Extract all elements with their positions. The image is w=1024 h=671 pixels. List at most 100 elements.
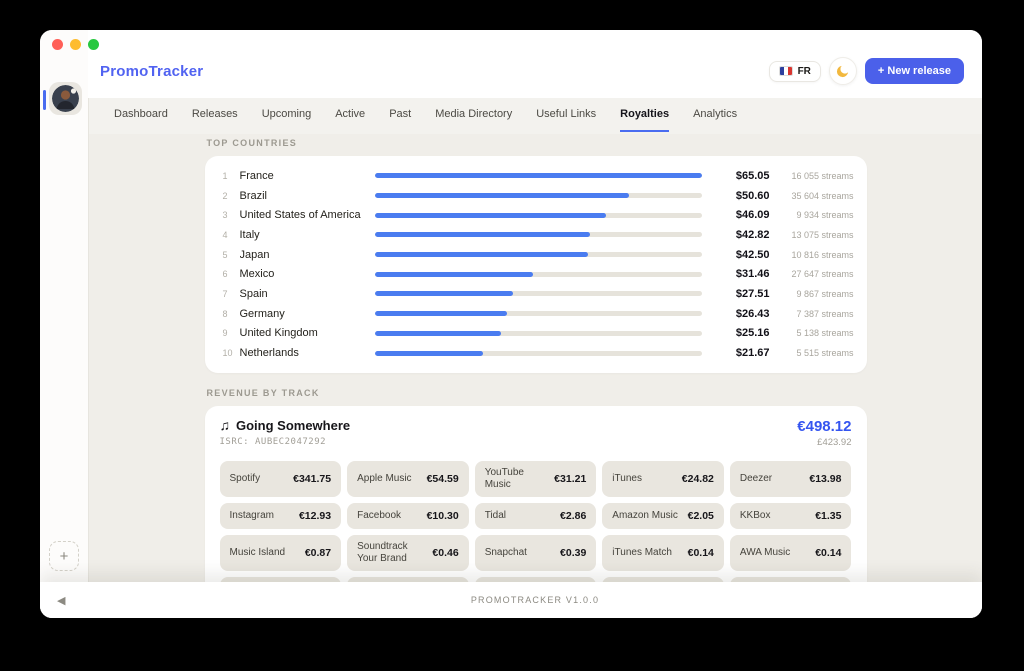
country-amount: $21.67 — [712, 347, 770, 359]
country-bar-fill — [375, 351, 484, 356]
country-row: 10Netherlands $21.675 515 streams — [223, 343, 854, 363]
country-rank: 7 — [223, 289, 240, 299]
country-name: France — [240, 170, 375, 182]
platform-chip: iTunes Match€0.14 — [602, 535, 724, 571]
country-amount: $50.60 — [712, 190, 770, 202]
country-amount: $46.09 — [712, 209, 770, 221]
country-name: Mexico — [240, 268, 375, 280]
platform-amount: €2.05 — [688, 510, 714, 522]
tab-active[interactable]: Active — [335, 98, 365, 132]
close-window-button[interactable] — [52, 39, 63, 50]
platform-amount: €13.98 — [809, 473, 841, 485]
language-label: FR — [798, 66, 811, 77]
country-streams: 5 138 streams — [770, 328, 854, 338]
tab-dashboard[interactable]: Dashboard — [114, 98, 168, 132]
moon-icon — [835, 64, 850, 79]
avatar-image — [52, 85, 79, 112]
tab-royalties[interactable]: Royalties — [620, 98, 669, 132]
platform-chip: KKBox€1.35 — [730, 503, 852, 529]
window-controls — [52, 39, 99, 50]
country-bar-fill — [375, 331, 502, 336]
track-total-eur: €498.12 — [797, 418, 851, 435]
platform-amount: €341.75 — [293, 473, 331, 485]
country-name: Germany — [240, 308, 375, 320]
platform-name: Soundtrack Your Brand — [357, 541, 426, 565]
top-countries-label: TOP COUNTRIES — [207, 138, 867, 148]
country-row: 9United Kingdom $25.165 138 streams — [223, 324, 854, 344]
new-release-button[interactable]: + New release — [865, 58, 964, 84]
country-name: United Kingdom — [240, 327, 375, 339]
revenue-by-track-label: REVENUE BY TRACK — [207, 388, 867, 398]
zoom-window-button[interactable] — [88, 39, 99, 50]
country-bar-track — [375, 193, 702, 198]
platform-amount: €1.35 — [815, 510, 841, 522]
platform-name: Deezer — [740, 473, 772, 485]
app-header: PromoTracker FR + New release — [88, 30, 982, 98]
platform-name: Amazon Music — [612, 510, 678, 522]
country-rank: 3 — [223, 210, 240, 220]
tab-useful-links[interactable]: Useful Links — [536, 98, 596, 132]
platform-amount: €10.30 — [427, 510, 459, 522]
top-countries-card: 1France$65.0516 055 streams2Brazil$50.60… — [205, 156, 867, 373]
platform-amount: €0.87 — [305, 547, 331, 559]
platform-name: YouTube Music — [485, 467, 548, 491]
platform-name: iTunes — [612, 473, 642, 485]
active-workspace-indicator — [43, 90, 46, 110]
minimize-window-button[interactable] — [70, 39, 81, 50]
language-switcher[interactable]: FR — [769, 61, 821, 82]
platform-name: Apple Music — [357, 473, 411, 485]
country-streams: 10 816 streams — [770, 250, 854, 260]
country-name: Brazil — [240, 190, 375, 202]
track-title: Going Somewhere — [236, 418, 350, 433]
country-streams: 5 515 streams — [770, 348, 854, 358]
platform-chip: Soundtrack Your Brand €0.46 — [347, 535, 469, 571]
country-streams: 7 387 streams — [770, 309, 854, 319]
tab-releases[interactable]: Releases — [192, 98, 238, 132]
country-amount: $27.51 — [712, 288, 770, 300]
platform-name: Facebook — [357, 510, 401, 522]
platform-amount: €2.86 — [560, 510, 586, 522]
tab-analytics[interactable]: Analytics — [693, 98, 737, 132]
country-rank: 6 — [223, 269, 240, 279]
platform-name: AWA Music — [740, 547, 790, 559]
add-workspace-button[interactable]: + — [49, 541, 79, 571]
country-bar-track — [375, 311, 702, 316]
platform-chip: Deezer €13.98 — [730, 461, 852, 497]
main-tabs: Dashboard Releases Upcoming Active Past Media… — [88, 98, 982, 134]
platform-chip: Facebook €10.30 — [347, 503, 469, 529]
country-streams: 13 075 streams — [770, 230, 854, 240]
platform-chip: iTunes€24.82 — [602, 461, 724, 497]
plus-icon: + — [60, 548, 69, 565]
dark-mode-toggle[interactable] — [829, 57, 857, 85]
country-rank: 5 — [223, 250, 240, 260]
tab-media-directory[interactable]: Media Directory — [435, 98, 512, 132]
country-bar-fill — [375, 193, 629, 198]
country-streams: 9 867 streams — [770, 289, 854, 299]
country-rank: 9 — [223, 328, 240, 338]
music-note-icon: ♫ — [220, 418, 231, 432]
country-bar-fill — [375, 272, 533, 277]
country-streams: 35 604 streams — [770, 191, 854, 201]
track-isrc: ISRC: AUBEC2047292 — [220, 437, 351, 447]
country-amount: $25.16 — [712, 327, 770, 339]
country-rank: 8 — [223, 309, 240, 319]
platform-amount: €0.46 — [432, 547, 458, 559]
app-logo: PromoTracker — [100, 63, 203, 80]
workspace-avatar[interactable] — [49, 82, 82, 115]
window-footer: ◀ PROMOTRACKER V1.0.0 — [40, 582, 982, 618]
platform-amount: €12.93 — [299, 510, 331, 522]
back-arrow-icon[interactable]: ◀ — [57, 594, 65, 607]
track-header: ♫ Going Somewhere ISRC: AUBEC2047292 €49… — [220, 418, 852, 450]
country-bar-track — [375, 213, 702, 218]
platform-amount: €54.59 — [427, 473, 459, 485]
country-rank: 10 — [223, 348, 240, 358]
platform-chip: Spotify€341.75 — [220, 461, 342, 497]
country-bar-track — [375, 173, 702, 178]
country-name: Netherlands — [240, 347, 375, 359]
tab-past[interactable]: Past — [389, 98, 411, 132]
country-bar-fill — [375, 173, 702, 178]
country-rank: 1 — [223, 171, 240, 181]
header-controls: FR + New release — [769, 57, 964, 85]
platform-name: iTunes Match — [612, 547, 672, 559]
tab-upcoming[interactable]: Upcoming — [262, 98, 312, 132]
